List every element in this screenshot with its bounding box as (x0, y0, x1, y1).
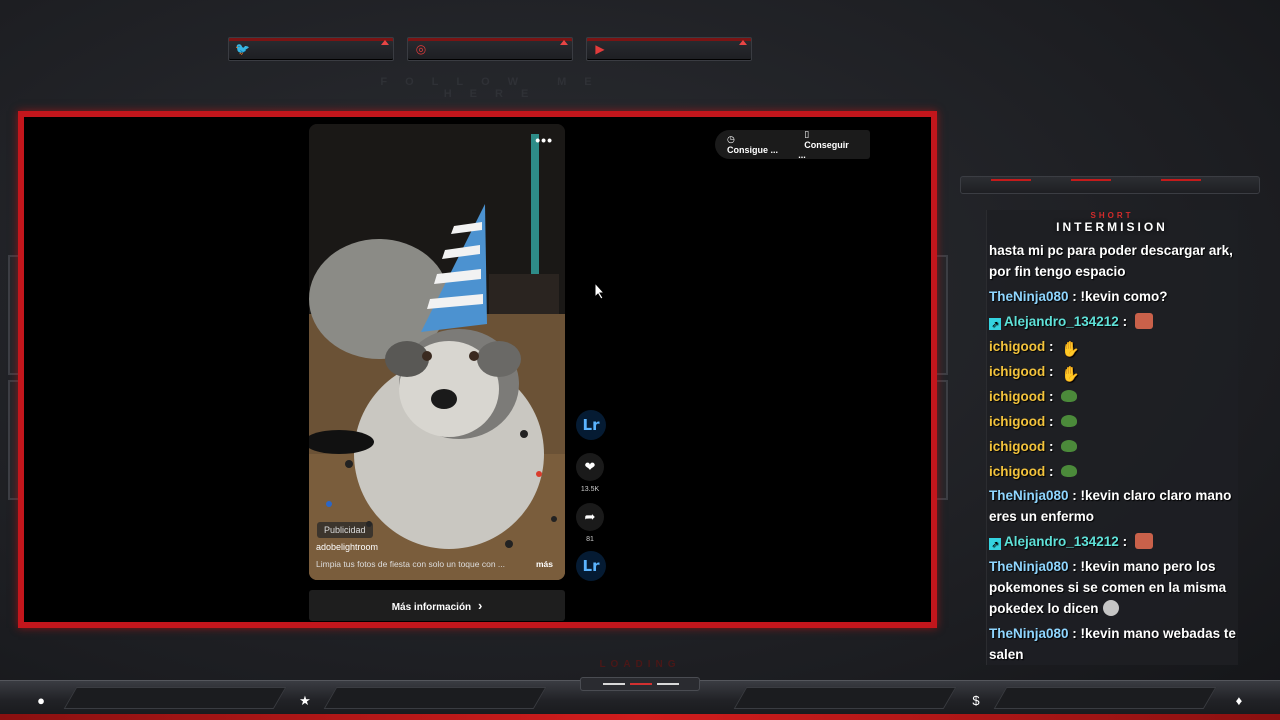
chat-separator: : (1045, 339, 1058, 354)
chat-separator: : (1045, 389, 1058, 404)
get-app-label: Consigue ... (727, 145, 779, 155)
chat-message: TheNinja080 : !kevin mano pero los pokem… (989, 556, 1237, 619)
chat-message: ichigood : ✋ (989, 361, 1237, 383)
pepe-emote-icon (1061, 415, 1078, 427)
chat-username[interactable]: TheNinja080 (989, 559, 1069, 574)
loading-label: LOADING (599, 659, 681, 670)
share-count: 81 (586, 536, 594, 543)
flame-icon[interactable]: ♦ (1231, 693, 1247, 709)
chat-separator: : (1045, 364, 1058, 379)
chat-text: hasta mi pc para poder descargar ark, po… (989, 243, 1233, 279)
chat-username[interactable]: ichigood (989, 464, 1045, 479)
lightroom-logo-icon: Lr (576, 551, 606, 581)
bottom-center-ornament (580, 677, 700, 691)
chat-message: ichigood : ✋ (989, 336, 1237, 358)
prime-badge-icon: ➚ (989, 318, 1001, 330)
like-count: 13.5K (580, 486, 600, 493)
follow-me-here-label: FOLLOW ME HERE (380, 76, 610, 100)
instagram-social-bar[interactable]: ◎ (407, 37, 573, 61)
get-mobile-button[interactable]: ▯ Conseguir ... (792, 129, 870, 160)
dollar-icon[interactable]: $ (968, 693, 984, 709)
chat-username[interactable]: TheNinja080 (989, 289, 1069, 304)
twitter-social-bar[interactable]: 🐦 (228, 37, 394, 61)
chat-username[interactable]: ichigood (989, 414, 1045, 429)
prime-badge-icon: ➚ (989, 538, 1001, 550)
more-options-icon[interactable]: ••• (535, 132, 553, 148)
chat-separator: : (1068, 289, 1081, 304)
face-emote-icon (1134, 313, 1153, 329)
advertiser-name[interactable]: adobelightroom (316, 542, 378, 552)
star-icon[interactable]: ★ (297, 693, 313, 709)
chat-username[interactable]: ichigood (989, 339, 1045, 354)
chat-separator: : (1118, 534, 1131, 549)
lightroom-avatar[interactable]: Lr (576, 410, 606, 440)
chat-title: INTERMISION (1056, 220, 1168, 234)
dog-photo (309, 124, 565, 580)
chat-username[interactable]: TheNinja080 (989, 488, 1069, 503)
chat-message: ➚ Alejandro_134212 : (989, 311, 1237, 332)
chat-header-bar (960, 176, 1260, 194)
face-emote-icon (1134, 533, 1153, 549)
chat-message: ➚ Alejandro_134212 : (989, 531, 1237, 552)
chat-message: TheNinja080 : !kevin como? (989, 286, 1237, 307)
top-action-pills: ◷ Consigue ... ▯ Conseguir ... (715, 129, 870, 160)
chat-message: ichigood : (989, 411, 1237, 432)
more-link[interactable]: más (536, 559, 553, 569)
chat-separator: : (1045, 414, 1058, 429)
chat-separator: : (1045, 439, 1058, 454)
pepe-emote-icon (1061, 440, 1078, 452)
share-action[interactable]: ➦ 81 (576, 503, 604, 543)
hand-emote-icon: ✋ (1061, 366, 1080, 383)
chat-message: ichigood : (989, 386, 1237, 407)
chat-username[interactable]: ichigood (989, 364, 1045, 379)
chat-message: ichigood : (989, 461, 1237, 482)
get-app-button[interactable]: ◷ Consigue ... (715, 134, 792, 155)
chat-separator: : (1045, 464, 1058, 479)
chat-separator: : (1068, 488, 1081, 503)
lightroom-logo-icon: Lr (576, 410, 606, 440)
chat-username[interactable]: ichigood (989, 439, 1045, 454)
chat-message: hasta mi pc para poder descargar ark, po… (989, 240, 1237, 282)
twitter-icon: 🐦 (235, 42, 250, 56)
chat-separator: : (1068, 559, 1081, 574)
mouse-cursor-icon (594, 282, 606, 300)
chat-text: !kevin como? (1080, 289, 1168, 304)
chat-username[interactable]: Alejandro_134212 (1004, 314, 1119, 329)
user-icon[interactable]: ● (33, 693, 49, 709)
like-action[interactable]: ❤ 13.5K (576, 453, 604, 493)
sponsored-badge: Publicidad (317, 522, 373, 538)
share-icon: ➦ (576, 503, 604, 531)
pepe-emote-icon (1061, 465, 1078, 477)
instagram-icon: ◎ (415, 42, 427, 56)
chat-username[interactable]: TheNinja080 (989, 626, 1069, 641)
heart-icon: ❤ (576, 453, 604, 481)
youtube-icon: ▶ (595, 42, 605, 56)
get-mobile-label: Conseguir ... (798, 140, 849, 160)
chevron-right-icon: › (477, 598, 483, 613)
chat-username[interactable]: Alejandro_134212 (1004, 534, 1119, 549)
youtube-social-bar[interactable]: ▶ (586, 37, 752, 61)
chat-message: ichigood : (989, 436, 1237, 457)
more-info-button[interactable]: Más información › (309, 590, 565, 621)
chat-separator: : (1118, 314, 1131, 329)
ad-caption: Limpia tus fotos de fiesta con solo un t… (316, 559, 506, 569)
phone-icon: ▯ (804, 129, 810, 139)
more-info-label: Más información (391, 602, 472, 613)
link-icon: ◷ (727, 134, 735, 144)
chat-message: TheNinja080 : !kevin claro claro mano er… (989, 485, 1237, 527)
ad-video[interactable]: ••• Publicidad adobelightroom Limpia tus… (309, 124, 565, 580)
lightroom-app-link[interactable]: Lr (576, 551, 606, 581)
hand-emote-icon: ✋ (1061, 341, 1080, 358)
chat-subtitle: SHORT (1090, 211, 1134, 220)
pepe-emote-icon (1061, 390, 1078, 402)
chat-separator: : (1068, 626, 1081, 641)
chat-username[interactable]: ichigood (989, 389, 1045, 404)
chat-message: TheNinja080 : !kevin mano webadas te sal… (989, 623, 1237, 665)
wow-emote-icon (1102, 600, 1119, 616)
